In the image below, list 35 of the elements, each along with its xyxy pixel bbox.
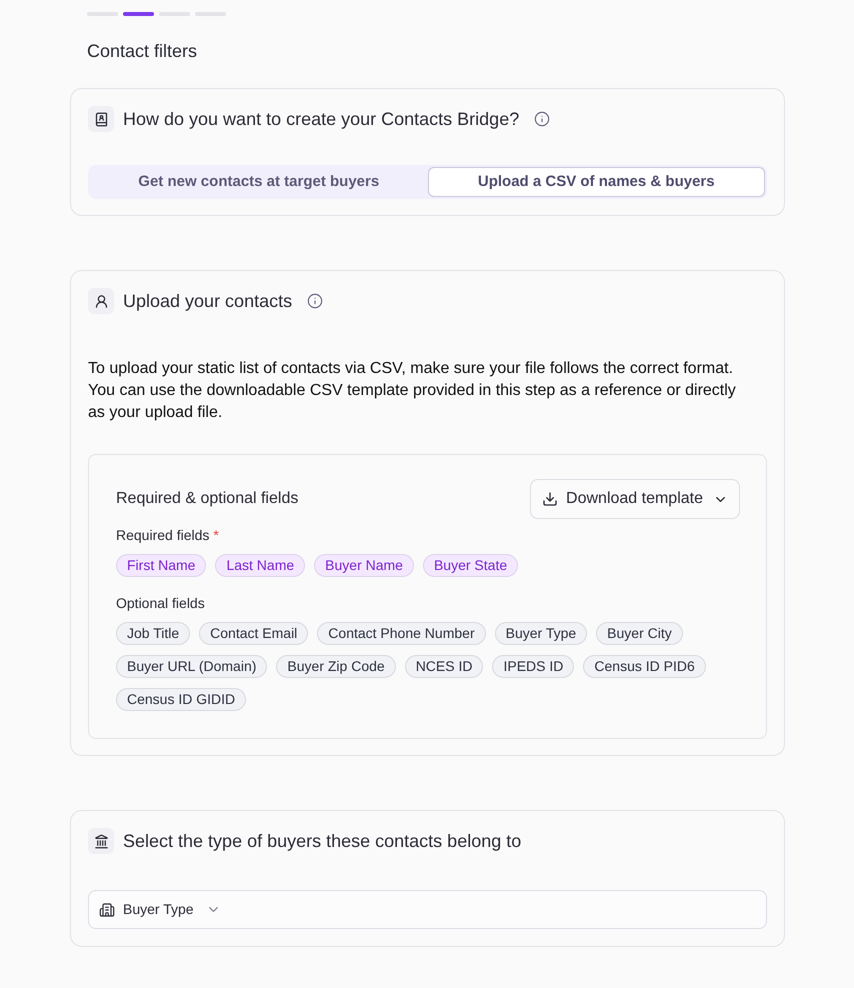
section-title: Select the type of buyers these contacts belong to [123,830,522,853]
bank-building-icon [88,828,114,854]
required-field-chip: Last Name [215,554,306,577]
buyer-type-dropdown[interactable]: Buyer Type [88,890,767,929]
user-icon [88,288,114,314]
required-field-chip: Buyer Name [314,554,414,577]
section-title: How do you want to create your Contacts Bridge? [123,108,520,131]
download-template-button[interactable]: Download template [530,479,740,519]
optional-field-chip: Census ID GIDID [116,688,246,711]
optional-field-chip: Job Title [116,622,190,645]
optional-field-chip: Census ID PID6 [583,655,706,678]
contact-book-icon [88,106,114,132]
optional-field-chip: Buyer City [596,622,683,645]
optional-field-chip: IPEDS ID [492,655,574,678]
section-title: Upload your contacts [123,290,292,313]
optional-field-chip: Buyer URL (Domain) [116,655,268,678]
panel-title: Required & optional fields [116,489,298,509]
optional-field-chip: Contact Email [199,622,308,645]
page-title: Contact filters [87,40,198,62]
download-icon [542,491,558,507]
building-icon [99,902,115,918]
optional-field-chip: NCES ID [404,655,484,678]
segment-tab[interactable]: Upload a CSV of names & buyers [428,167,765,197]
optional-field-chip: Buyer Type [494,622,588,645]
info-icon[interactable] [534,111,550,127]
field-group-label: Required fields [116,526,210,545]
optional-field-chip: Contact Phone Number [317,622,486,645]
optional-field-chip: Buyer Zip Code [276,655,396,678]
segment-tab[interactable]: Get new contacts at target buyers [90,167,428,197]
required-field-chip: First Name [116,554,206,577]
required-mark: * [213,526,219,544]
field-group-label: Optional fields [116,594,205,613]
required-field-chip: Buyer State [422,554,518,577]
instructions-text: To upload your static list of contacts via CSV, make sure your file follows the correct format. You can use the downloadable CSV template provided in this step as a reference or directly as your upload file. [88,359,737,423]
info-icon[interactable] [307,293,324,309]
